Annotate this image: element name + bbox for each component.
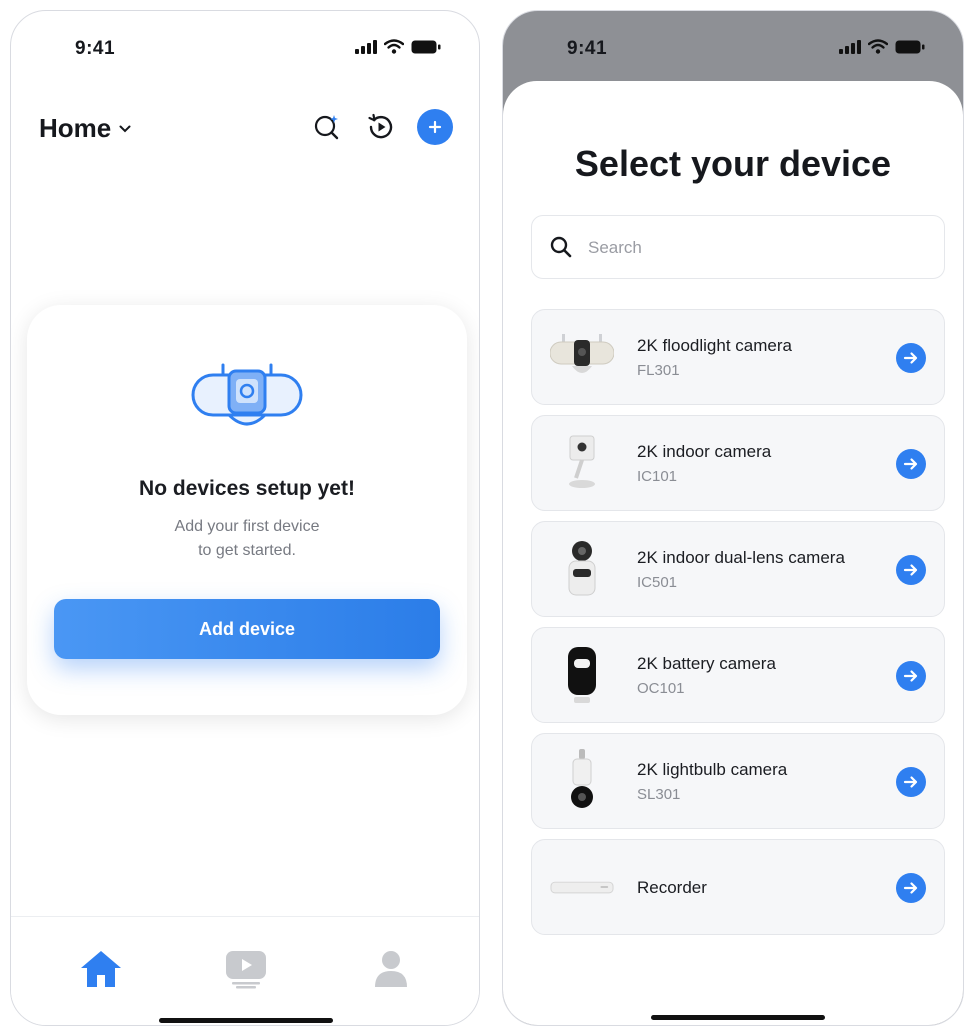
device-name: 2K floodlight camera [637,336,792,355]
home-icon [81,951,121,987]
home-indicator [651,1015,825,1020]
device-row-dual-lens-camera[interactable]: 2K indoor dual-lens camera IC501 [531,521,945,617]
search-field[interactable] [531,215,945,279]
floodlight-camera-icon [191,363,303,426]
battery-camera-image [550,644,614,708]
status-icons [355,39,441,54]
tab-profile[interactable] [367,945,415,993]
battery-icon [411,40,441,53]
arrow-right-icon[interactable] [896,555,926,585]
add-button[interactable] [417,109,453,145]
device-row-battery-camera[interactable]: 2K battery camera OC101 [531,627,945,723]
status-bar: 9:41 [11,11,479,81]
search-input[interactable] [588,234,918,262]
device-name: 2K lightbulb camera [637,760,788,779]
header-actions [309,109,453,145]
cellular-signal-icon [839,39,861,54]
home-screen: 9:41 Home No devices setup yet! Add your… [10,10,480,1026]
home-indicator [159,1018,333,1023]
status-bar: 9:41 [503,11,963,81]
empty-state-card: No devices setup yet! Add your first dev… [27,305,467,715]
empty-state-subtitle-line: Add your first device [174,518,320,535]
select-device-screen: 9:41 Select your device Search 2K floodl… [502,10,964,1026]
empty-state-subtitle-line: to get started. [198,542,296,559]
status-icons [839,39,925,54]
lightbulb-camera-image [550,749,614,814]
status-time: 9:41 [75,38,116,59]
home-selector[interactable]: Home [39,113,131,144]
chevron-down-icon [119,125,131,132]
tab-home[interactable] [77,945,125,993]
arrow-right-icon[interactable] [896,661,926,691]
battery-icon [895,40,925,53]
recorder-image [550,856,614,920]
plus-icon [428,120,442,134]
floodlight-camera-image [550,326,614,390]
profile-icon [375,951,407,987]
sheet-title: Select your device [574,143,892,184]
ai-search-button[interactable] [309,109,345,145]
replay-icon [368,113,393,139]
dual-lens-camera-image [550,538,614,602]
video-icon [226,951,266,989]
device-model: FL301 [637,362,680,379]
device-model: IC501 [637,574,678,591]
device-row-floodlight-camera[interactable]: 2K floodlight camera FL301 [531,309,945,405]
empty-state-title: No devices setup yet! [139,477,355,500]
device-name: 2K battery camera [637,654,776,673]
home-header: Home [39,109,453,149]
cellular-signal-icon [355,39,377,54]
arrow-right-icon[interactable] [896,343,926,373]
empty-state-subtitle: Add your first device to get started. [27,515,467,563]
device-model: OC101 [637,680,685,697]
tab-videos[interactable] [222,945,270,993]
status-time: 9:41 [567,38,608,59]
device-picker-sheet: Select your device Search 2K floodlight … [503,81,963,1025]
device-model: SL301 [637,786,681,803]
device-name: Recorder [637,878,707,897]
device-row-lightbulb-camera[interactable]: 2K lightbulb camera SL301 [531,733,945,829]
playback-button[interactable] [363,109,399,145]
search-icon [550,236,572,258]
device-row-indoor-camera[interactable]: 2K indoor camera IC101 [531,415,945,511]
arrow-right-icon[interactable] [896,449,926,479]
wifi-icon [384,39,404,54]
indoor-camera-image [550,432,614,496]
device-model: IC101 [637,468,678,485]
add-device-button[interactable]: Add device [54,599,440,659]
device-row-recorder[interactable]: Recorder [531,839,945,935]
device-name: 2K indoor camera [637,442,772,461]
arrow-right-icon[interactable] [896,873,926,903]
device-name: 2K indoor dual-lens camera [637,548,845,567]
sparkle-search-icon [314,115,339,140]
arrow-right-icon[interactable] [896,767,926,797]
tab-bar [11,916,479,1025]
home-title: Home [39,113,112,143]
wifi-icon [868,39,888,54]
device-list: 2K floodlight camera FL301 2K indoor cam… [531,309,945,945]
